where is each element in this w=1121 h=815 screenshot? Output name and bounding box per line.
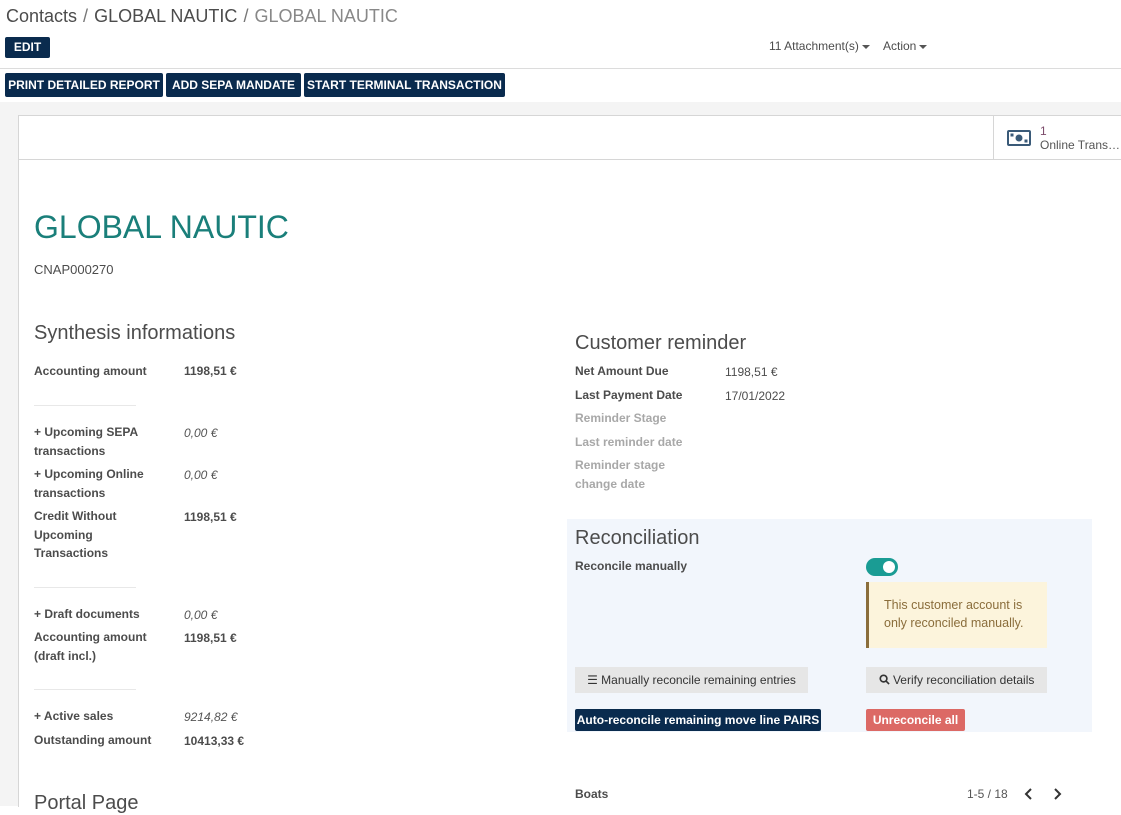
boats-label: Boats: [575, 787, 609, 801]
last-reminder-date-label: Last reminder date: [575, 435, 683, 449]
separator: [34, 405, 136, 406]
reminder-stage-change-label: Reminder stage change date: [575, 458, 666, 491]
reconcile-manually-label: Reconcile manually: [575, 559, 688, 573]
breadcrumb: Contacts / GLOBAL NAUTIC / GLOBAL NAUTIC: [6, 6, 398, 27]
customer-reminder-heading: Customer reminder: [575, 332, 747, 354]
stat-value: 1: [1040, 124, 1047, 138]
draft-documents-label: + Draft documents: [34, 607, 140, 621]
chevron-left-icon: [1024, 788, 1032, 800]
action-label: Action: [883, 39, 917, 53]
breadcrumb-parent[interactable]: GLOBAL NAUTIC: [94, 6, 237, 26]
button-box: [18, 115, 1121, 160]
record-reference: CNAP000270: [34, 262, 114, 277]
caret-down-icon: [861, 44, 870, 49]
breadcrumb-separator: /: [83, 6, 89, 26]
last-payment-date-label: Last Payment Date: [575, 388, 683, 402]
active-sales-label: + Active sales: [34, 709, 114, 723]
reminder-stage-label: Reminder Stage: [575, 411, 667, 425]
start-terminal-transaction-button[interactable]: START TERMINAL TRANSACTION: [304, 73, 505, 97]
outstanding-amount-label: Outstanding amount: [34, 733, 152, 747]
boats-pager[interactable]: 1-5 / 18: [967, 787, 1008, 801]
outstanding-amount-value: 10413,33 €: [184, 734, 245, 748]
next-page-button[interactable]: [1052, 787, 1062, 803]
verify-reconciliation-label: Verify reconciliation details: [892, 673, 1035, 687]
action-dropdown[interactable]: Action: [883, 39, 928, 53]
search-icon: [879, 674, 890, 685]
edit-button[interactable]: EDIT: [5, 37, 50, 58]
attachments-label: 11 Attachment(s): [769, 39, 859, 53]
upcoming-online-value: 0,00 €: [184, 468, 218, 482]
upcoming-sepa-label: + Upcoming SEPA transactions: [34, 425, 138, 458]
auto-reconcile-button[interactable]: Auto-reconcile remaining move line PAIRS: [575, 709, 821, 731]
synthesis-heading: Synthesis informations: [34, 322, 236, 344]
caret-down-icon: [919, 44, 928, 49]
add-sepa-mandate-button[interactable]: ADD SEPA MANDATE: [166, 73, 301, 97]
reconciliation-heading: Reconciliation: [575, 527, 700, 549]
upcoming-sepa-value: 0,00 €: [184, 426, 218, 440]
credit-without-value: 1198,51 €: [184, 510, 237, 524]
unreconcile-all-button[interactable]: Unreconcile all: [866, 709, 965, 731]
net-amount-due-value: 1198,51 €: [725, 365, 778, 379]
toolbar-divider: [0, 68, 1121, 69]
attachments-dropdown[interactable]: 11 Attachment(s): [769, 39, 870, 53]
breadcrumb-contacts[interactable]: Contacts: [6, 6, 77, 26]
active-sales-value: 9214,82 €: [184, 710, 238, 724]
list-icon: ☰: [587, 673, 598, 687]
chevron-right-icon: [1054, 788, 1062, 800]
last-payment-date-value: 17/01/2022: [725, 389, 786, 403]
toggle-knob: [883, 561, 895, 573]
record-title: GLOBAL NAUTIC: [34, 209, 289, 245]
portal-page-heading: Portal Page: [34, 792, 139, 814]
upcoming-online-label: + Upcoming Online transactions: [34, 467, 144, 500]
verify-reconciliation-button[interactable]: Verify reconciliation details: [866, 667, 1047, 693]
draft-documents-value: 0,00 €: [184, 608, 218, 622]
breadcrumb-current: GLOBAL NAUTIC: [254, 6, 398, 26]
manually-reconcile-label: Manually reconcile remaining entries: [601, 673, 796, 687]
manual-reconcile-alert: This customer account is only reconciled…: [866, 582, 1047, 648]
stat-label: Online Transactions: [1040, 138, 1121, 152]
breadcrumb-separator: /: [243, 6, 249, 26]
reconcile-manually-toggle[interactable]: [866, 558, 898, 576]
print-detailed-report-button[interactable]: PRINT DETAILED REPORT: [5, 73, 163, 97]
previous-page-button[interactable]: [1024, 787, 1034, 803]
separator: [34, 587, 136, 588]
money-icon: [1007, 130, 1031, 146]
accounting-amount-label: Accounting amount: [34, 364, 147, 378]
credit-without-label: Credit Without Upcoming Transactions: [34, 509, 117, 560]
accounting-draft-label: Accounting amount (draft incl.): [34, 630, 147, 663]
manually-reconcile-button[interactable]: ☰ Manually reconcile remaining entries: [575, 667, 808, 693]
net-amount-due-label: Net Amount Due: [575, 364, 669, 378]
accounting-amount-value: 1198,51 €: [184, 364, 237, 378]
accounting-draft-value: 1198,51 €: [184, 631, 237, 645]
separator: [34, 689, 136, 690]
